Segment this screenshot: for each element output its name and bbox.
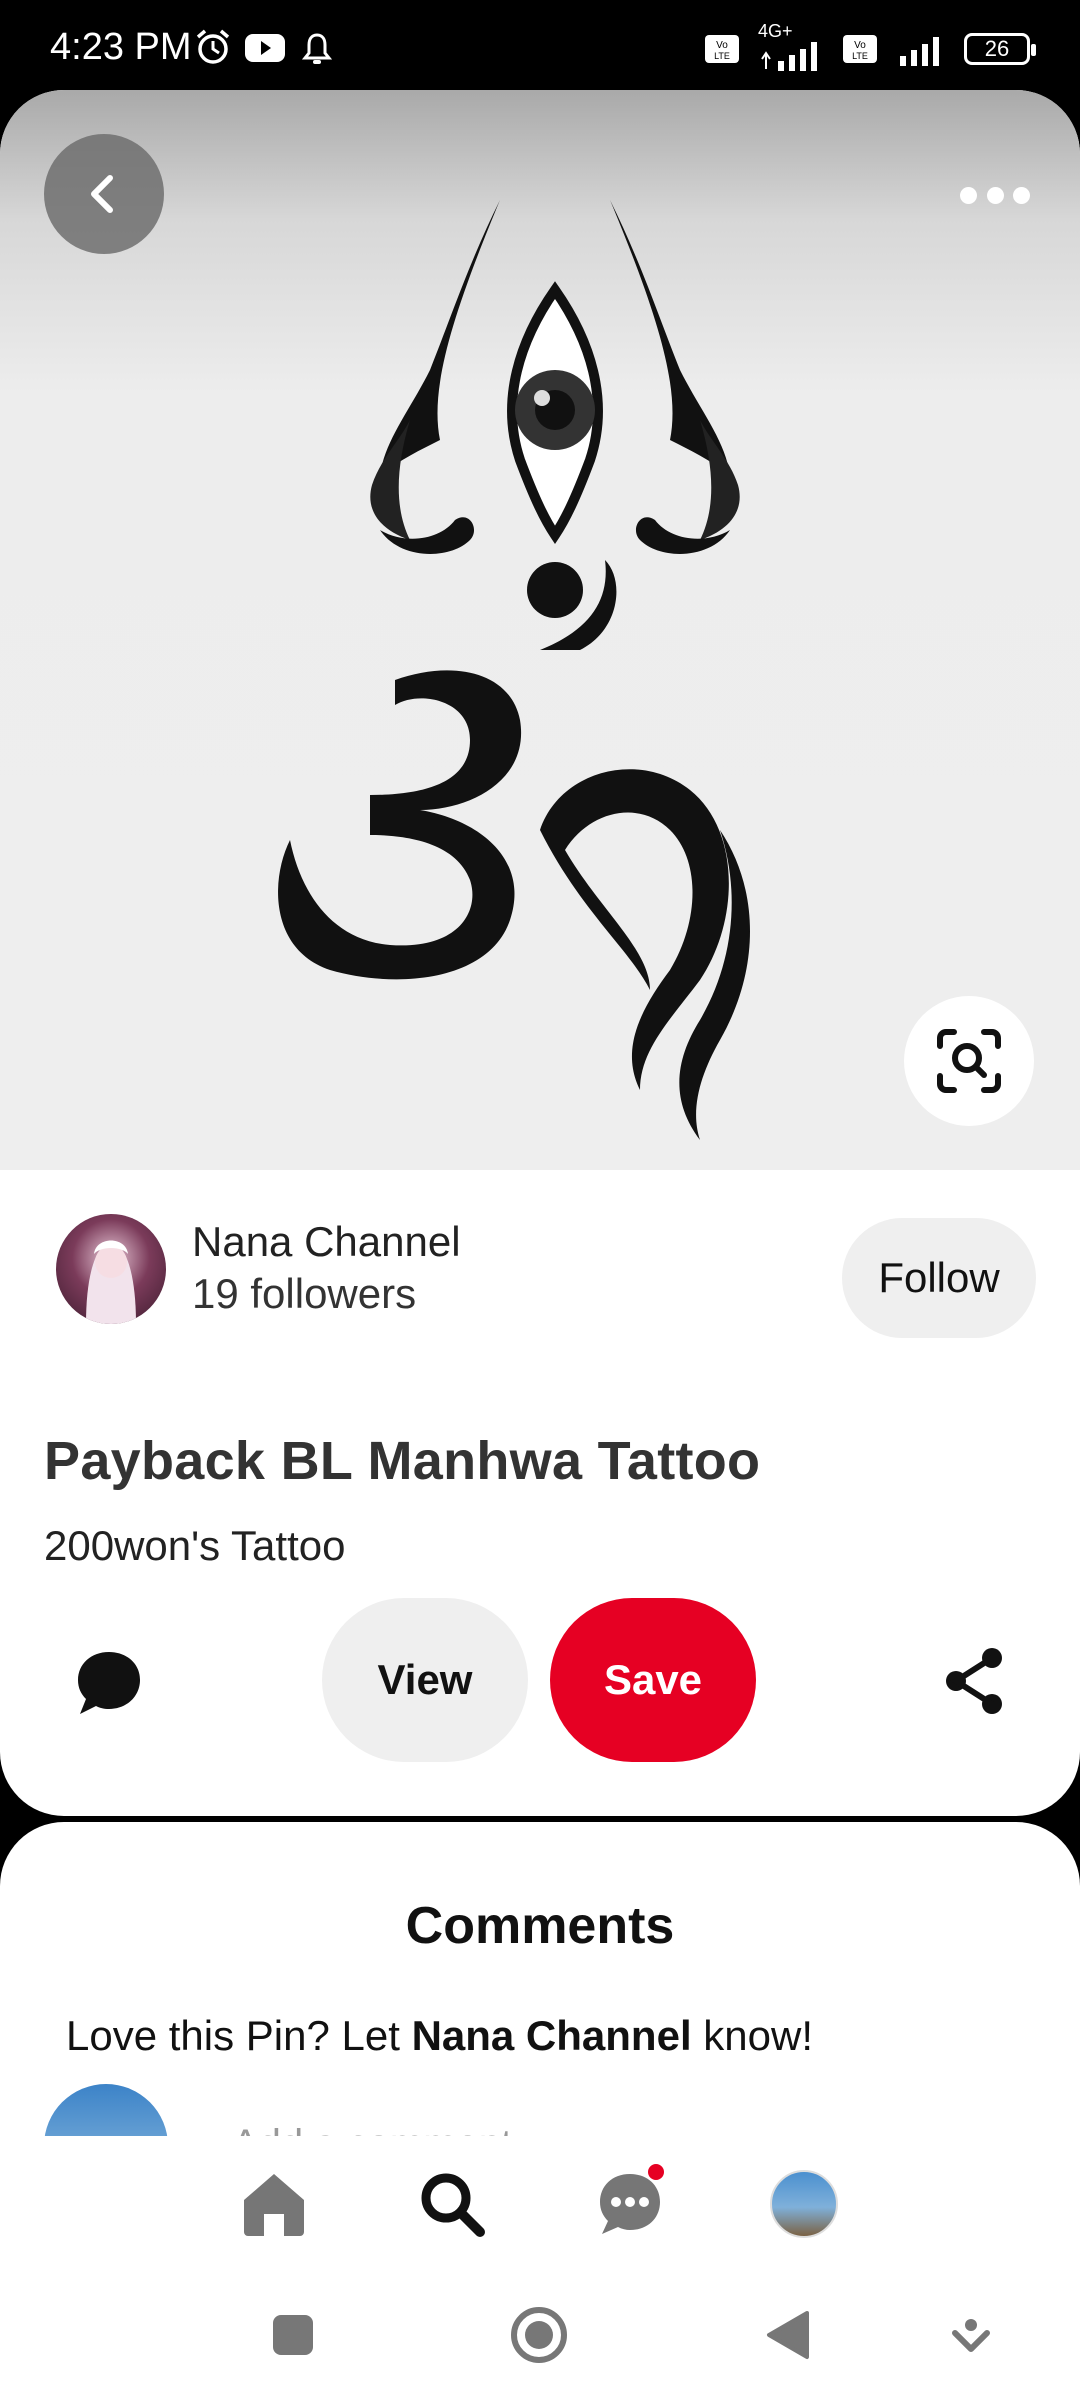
svg-text:LTE: LTE xyxy=(714,51,730,61)
dot-icon xyxy=(960,186,977,204)
more-options-button[interactable] xyxy=(960,170,1030,220)
alarm-icon xyxy=(196,29,230,64)
share-icon[interactable] xyxy=(940,1646,1010,1716)
battery-indicator: 26 xyxy=(964,33,1036,65)
visual-search-button[interactable] xyxy=(904,996,1034,1126)
search-icon xyxy=(421,2173,485,2237)
comments-title: Comments xyxy=(405,1897,675,1955)
lens-search-icon xyxy=(937,1029,1001,1093)
recents-button[interactable] xyxy=(258,2300,328,2370)
nav-search[interactable] xyxy=(412,2164,492,2244)
creator-row: Nana Channel 19 followers Follow xyxy=(0,1196,1080,1338)
pin-card: Nana Channel 19 followers Follow Payback… xyxy=(0,90,1080,1816)
assistant-button[interactable] xyxy=(936,2300,1006,2370)
home-icon xyxy=(244,2174,304,2236)
svg-text:LTE: LTE xyxy=(852,51,868,61)
status-right-cluster: Vo LTE 4G+ Vo LTE 26 xyxy=(704,21,1036,74)
profile-avatar xyxy=(770,2170,838,2238)
signal-icon xyxy=(900,37,939,66)
comment-icon[interactable] xyxy=(74,1648,144,1718)
comments-prompt-suffix: know! xyxy=(691,2012,814,2059)
svg-text:Vo: Vo xyxy=(854,40,866,51)
save-button[interactable]: Save xyxy=(550,1598,756,1762)
back-system-button[interactable] xyxy=(752,2300,822,2370)
dropdown-assist-icon xyxy=(952,2319,990,2352)
pin-subtitle: 200won's Tattoo xyxy=(44,1522,346,1569)
creator-followers: 19 followers xyxy=(192,1270,417,1317)
comments-prompt: Love this Pin? Let Nana Channel know! xyxy=(66,2012,813,2060)
notification-bell-icon xyxy=(302,33,332,64)
youtube-icon xyxy=(245,34,285,62)
status-bar: 4:23 PM Vo LTE 4G+ Vo LTE 26 xyxy=(0,0,1080,92)
creator-name[interactable]: Nana Channel xyxy=(192,1218,461,1266)
system-nav-bar xyxy=(0,2270,1080,2400)
creator-avatar[interactable] xyxy=(56,1214,166,1324)
action-row: View Save xyxy=(0,1598,1080,1768)
status-time: 4:23 PM xyxy=(50,26,192,68)
home-system-button[interactable] xyxy=(504,2300,574,2370)
signal-4g-icon: 4G+ xyxy=(758,21,828,71)
volte-icon: Vo LTE xyxy=(705,35,739,63)
nav-profile[interactable] xyxy=(764,2164,844,2244)
pin-image[interactable] xyxy=(0,90,1080,1170)
nav-home[interactable] xyxy=(234,2164,314,2244)
triangle-back-icon xyxy=(767,2311,809,2359)
square-icon xyxy=(273,2315,313,2355)
view-button[interactable]: View xyxy=(322,1598,528,1762)
pin-title: Payback BL Manhwa Tattoo xyxy=(44,1431,761,1491)
volte-icon-2: Vo LTE xyxy=(843,35,877,63)
om-tattoo-illustration xyxy=(278,200,750,1140)
circle-home-icon xyxy=(511,2307,567,2363)
messages-icon xyxy=(600,2174,660,2234)
follow-button[interactable]: Follow xyxy=(842,1218,1036,1338)
comments-prompt-name[interactable]: Nana Channel xyxy=(412,2012,692,2059)
chevron-left-icon xyxy=(91,175,113,213)
comments-prompt-prefix: Love this Pin? Let xyxy=(66,2012,412,2059)
bottom-nav xyxy=(0,2136,1080,2270)
back-button[interactable] xyxy=(44,134,164,254)
svg-text:Vo: Vo xyxy=(716,40,728,51)
dot-icon xyxy=(1013,186,1030,204)
notification-dot xyxy=(648,2164,664,2180)
dot-icon xyxy=(986,186,1004,204)
nav-messages[interactable] xyxy=(590,2164,670,2244)
